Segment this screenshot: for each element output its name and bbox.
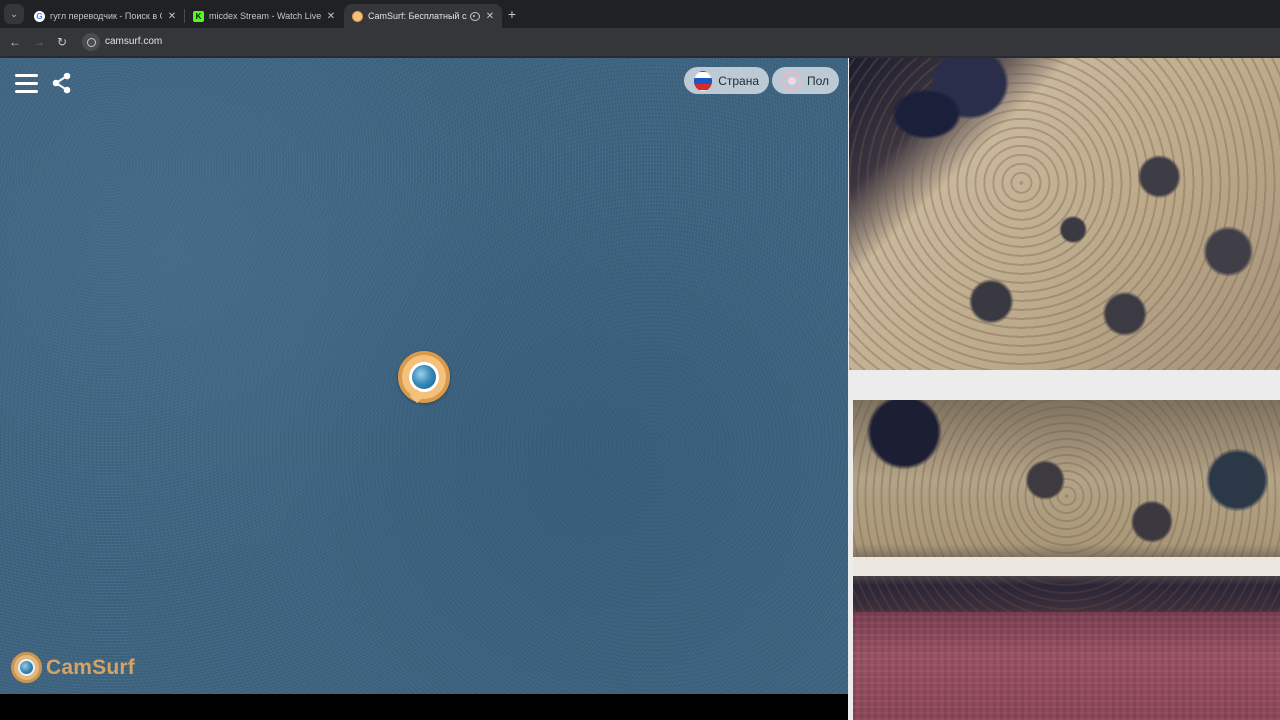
chevron-down-icon: ⌄ xyxy=(10,8,18,19)
kick-icon: K xyxy=(193,10,204,22)
camsurf-logo-icon xyxy=(11,652,42,683)
self-webcam-video xyxy=(853,400,1280,720)
audio-playing-icon[interactable] xyxy=(470,11,480,21)
video-content xyxy=(853,612,1280,720)
partner-webcam-video xyxy=(849,58,1280,370)
forward-button[interactable]: → xyxy=(31,34,47,50)
lens-icon xyxy=(409,362,439,392)
webcam-divider xyxy=(848,370,1280,400)
arrow-right-icon: → xyxy=(33,35,45,49)
camsurf-icon xyxy=(352,10,363,22)
tab-search-button[interactable]: ⌄ xyxy=(4,4,24,24)
hamburger-menu-icon[interactable] xyxy=(15,74,38,93)
gender-icon xyxy=(782,70,801,91)
tab-title: гугл переводчик - Поиск в Goo xyxy=(50,11,162,21)
tab-title: micdex Stream - Watch Live on xyxy=(209,11,321,21)
close-icon[interactable]: ✕ xyxy=(166,11,178,22)
site-info-icon xyxy=(86,37,96,47)
left-bottom-bar xyxy=(0,694,848,720)
webcam-panel xyxy=(848,58,1280,720)
browser-toolbar: ← → ↻ xyxy=(0,28,1280,56)
browser-tab-strip: ⌄ G гугл переводчик - Поиск в Goo ✕ K mi… xyxy=(0,0,1280,28)
reload-button[interactable]: ↻ xyxy=(54,34,70,50)
camsurf-logo: CamSurf xyxy=(11,652,135,683)
share-icon[interactable] xyxy=(51,72,73,94)
arrow-left-icon: ← xyxy=(9,35,21,49)
stranger-video-panel: Страна Пол CamSurf xyxy=(0,58,848,694)
new-tab-button[interactable]: + xyxy=(504,6,520,22)
gender-filter-button[interactable]: Пол xyxy=(772,67,839,94)
browser-tab-kick[interactable]: K micdex Stream - Watch Live on ✕ xyxy=(185,4,343,28)
country-filter-button[interactable]: Страна xyxy=(684,67,769,94)
country-filter-label: Страна xyxy=(718,73,759,88)
searching-spinner-icon xyxy=(398,351,450,404)
google-icon: G xyxy=(34,10,45,22)
brand-name: CamSurf xyxy=(46,655,135,679)
address-bar[interactable]: camsurf.com xyxy=(105,36,162,47)
russia-flag-icon xyxy=(694,70,713,91)
browser-tab-google[interactable]: G гугл переводчик - Поиск в Goo ✕ xyxy=(26,4,184,28)
reload-icon: ↻ xyxy=(56,35,68,49)
tab-title: CamSurf: Бесплатный случ xyxy=(368,11,467,21)
close-icon[interactable]: ✕ xyxy=(325,11,337,22)
browser-tab-camsurf[interactable]: CamSurf: Бесплатный случ ✕ xyxy=(344,4,502,28)
gender-filter-label: Пол xyxy=(806,73,829,88)
back-button[interactable]: ← xyxy=(7,34,23,50)
site-info-button[interactable] xyxy=(82,33,100,51)
close-icon[interactable]: ✕ xyxy=(484,11,496,22)
